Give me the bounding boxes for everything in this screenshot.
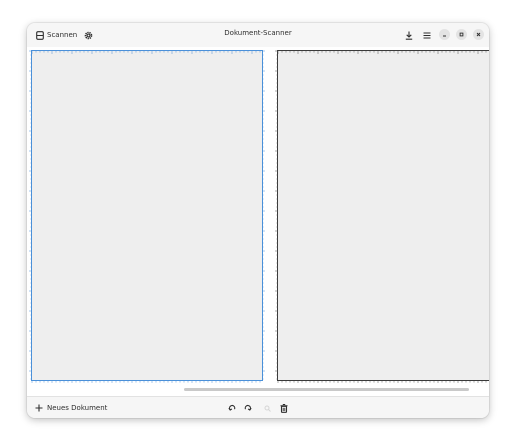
minimize-icon bbox=[443, 35, 446, 37]
delete-button[interactable] bbox=[277, 401, 291, 415]
close-button[interactable] bbox=[473, 29, 484, 40]
redo-button[interactable] bbox=[241, 401, 255, 415]
download-icon bbox=[405, 31, 413, 40]
undo-button[interactable] bbox=[225, 401, 239, 415]
bottom-toolbar: Neues Dokument bbox=[27, 396, 489, 418]
main-menu-button[interactable] bbox=[420, 27, 434, 43]
zoom-icon bbox=[264, 405, 271, 412]
scan-pages-view[interactable] bbox=[27, 47, 489, 396]
maximize-button[interactable] bbox=[456, 29, 467, 40]
settings-button[interactable] bbox=[81, 27, 95, 43]
redo-icon bbox=[244, 404, 252, 411]
page-1-ruler bbox=[29, 50, 265, 383]
page-2-ruler bbox=[275, 50, 487, 383]
new-document-label: Neues Dokument bbox=[47, 404, 108, 412]
undo-icon bbox=[228, 404, 236, 411]
header-bar: Scannen Dokument-Scanner bbox=[27, 23, 489, 47]
zoom-button[interactable] bbox=[260, 401, 274, 415]
scanner-icon bbox=[36, 30, 44, 40]
new-document-button[interactable]: Neues Dokument bbox=[35, 401, 107, 415]
scan-button-label: Scannen bbox=[47, 31, 78, 39]
horizontal-scrollbar[interactable] bbox=[184, 388, 469, 391]
plus-icon bbox=[35, 404, 43, 412]
minimize-button[interactable] bbox=[439, 29, 450, 40]
window-title: Dokument-Scanner bbox=[224, 29, 292, 37]
maximize-icon bbox=[459, 32, 464, 37]
app-window: Scannen Dokument-Scanner Neues Dokument bbox=[27, 23, 489, 418]
download-button[interactable] bbox=[402, 27, 416, 43]
scan-button[interactable]: Scannen bbox=[33, 27, 80, 43]
hamburger-menu-icon bbox=[423, 31, 431, 39]
trash-icon bbox=[280, 403, 288, 413]
close-icon bbox=[476, 32, 481, 37]
gear-icon bbox=[84, 31, 92, 39]
